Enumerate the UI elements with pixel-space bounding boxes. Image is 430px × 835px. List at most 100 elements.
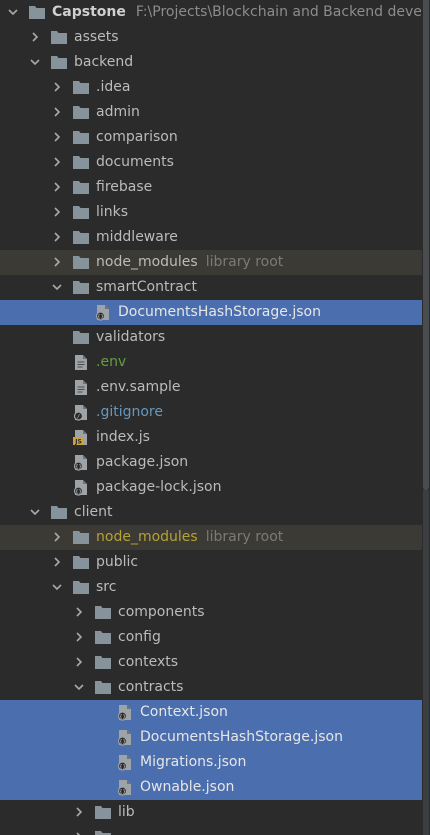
text-file-icon [72,354,90,371]
tree-item-label: Capstone F:\Projects\Blockchain and Backe… [52,3,422,22]
tree-item-label: admin [96,103,140,122]
json-file-icon: {} [72,454,90,471]
item-name: backend [74,54,134,70]
tree-row[interactable]: JS index.js [0,425,422,450]
tree-row[interactable]: links [0,200,422,225]
tree-row[interactable]: contexts [0,650,422,675]
tree-row[interactable]: admin [0,100,422,125]
chevron-right-icon[interactable] [50,205,64,219]
chevron-down-icon[interactable] [50,280,64,294]
tree-item-label: middleware [96,228,178,247]
tree-item-label: documents [96,153,174,172]
tree-row[interactable]: {} package.json [0,450,422,475]
scrollbar-track[interactable] [423,490,429,835]
folder-icon [72,254,90,271]
tree-row[interactable]: config [0,625,422,650]
tree-row[interactable]: src [0,575,422,600]
chevron-right-icon[interactable] [72,605,86,619]
folder-icon [94,829,112,835]
tree-row[interactable]: {} package-lock.json [0,475,422,500]
chevron-down-icon[interactable] [28,505,42,519]
tree-item-label: config [118,628,161,647]
folder-icon [94,629,112,646]
svg-text:{}: {} [119,789,126,795]
json-file-icon: {} [116,779,134,796]
folder-icon [72,79,90,96]
svg-text:{}: {} [75,464,82,470]
tree-row[interactable]: components [0,600,422,625]
chevron-down-icon[interactable] [6,5,20,19]
tree-row[interactable]: contracts [0,675,422,700]
tree-row[interactable]: backend [0,50,422,75]
tree-row[interactable]: {} Ownable.json [0,775,422,800]
vertical-scrollbar[interactable] [422,0,430,835]
tree-item-label: public [96,553,138,572]
scrollbar-thumb[interactable] [423,0,429,490]
item-name: links [96,204,129,220]
chevron-right-icon[interactable] [50,105,64,119]
tree-row[interactable]: validators [0,325,422,350]
chevron-right-icon[interactable] [28,30,42,44]
javascript-file-icon: JS [72,429,90,446]
folder-icon [50,29,68,46]
item-name: contracts [118,679,184,695]
item-name: .env.sample [96,379,181,395]
tree-row[interactable]: client [0,500,422,525]
chevron-right-icon[interactable] [50,530,64,544]
chevron-right-icon[interactable] [50,230,64,244]
tree-row[interactable]: {} DocumentsHashStorage.json [0,300,422,325]
tree-item-label: .env [96,353,126,372]
chevron-right-icon[interactable] [50,255,64,269]
chevron-down-icon[interactable] [50,580,64,594]
item-name: Migrations.json [140,754,247,770]
chevron-right-icon[interactable] [72,630,86,644]
tree-row[interactable] [0,825,422,835]
tree-row[interactable]: firebase [0,175,422,200]
tree-item-label: .idea [96,78,130,97]
tree-row[interactable]: public [0,550,422,575]
folder-icon [94,679,112,696]
chevron-right-icon[interactable] [50,155,64,169]
tree-item-label: .env.sample [96,378,181,397]
tree-item-label: .gitignore [96,403,163,422]
chevron-right-icon[interactable] [50,180,64,194]
tree-item-label: package-lock.json [96,478,222,497]
chevron-right-icon[interactable] [72,655,86,669]
tree-row[interactable]: comparison [0,125,422,150]
gitignore-file-icon: / [72,404,90,421]
folder-icon [94,804,112,821]
svg-text:{}: {} [97,314,104,320]
item-name: lib [118,804,135,820]
chevron-down-icon[interactable] [72,680,86,694]
tree-row[interactable]: .idea [0,75,422,100]
item-name: comparison [96,129,178,145]
tree-row[interactable]: assets [0,25,422,50]
chevron-right-icon[interactable] [50,80,64,94]
chevron-right-icon[interactable] [72,830,86,835]
tree-row[interactable]: / .gitignore [0,400,422,425]
item-name: .idea [96,79,131,95]
item-name: public [96,554,139,570]
chevron-right-icon[interactable] [72,805,86,819]
tree-row[interactable]: node_modules library root [0,250,422,275]
svg-text:{}: {} [119,739,126,745]
chevron-right-icon[interactable] [50,130,64,144]
tree-row[interactable]: .env.sample [0,375,422,400]
tree-row[interactable]: lib [0,800,422,825]
folder-icon [72,204,90,221]
folder-icon [72,529,90,546]
chevron-down-icon[interactable] [28,55,42,69]
tree-row[interactable]: middleware [0,225,422,250]
tree-row[interactable]: Capstone F:\Projects\Blockchain and Backe… [0,0,422,25]
tree-row[interactable]: documents [0,150,422,175]
folder-icon [50,504,68,521]
tree-row[interactable]: {} DocumentsHashStorage.json [0,725,422,750]
item-name: documents [96,154,174,170]
project-tree[interactable]: Capstone F:\Projects\Blockchain and Backe… [0,0,422,835]
chevron-right-icon[interactable] [50,555,64,569]
tree-row[interactable]: smartContract [0,275,422,300]
tree-row[interactable]: {} Context.json [0,700,422,725]
tree-row[interactable]: {} Migrations.json [0,750,422,775]
tree-row[interactable]: node_modules library root [0,525,422,550]
tree-row[interactable]: .env [0,350,422,375]
